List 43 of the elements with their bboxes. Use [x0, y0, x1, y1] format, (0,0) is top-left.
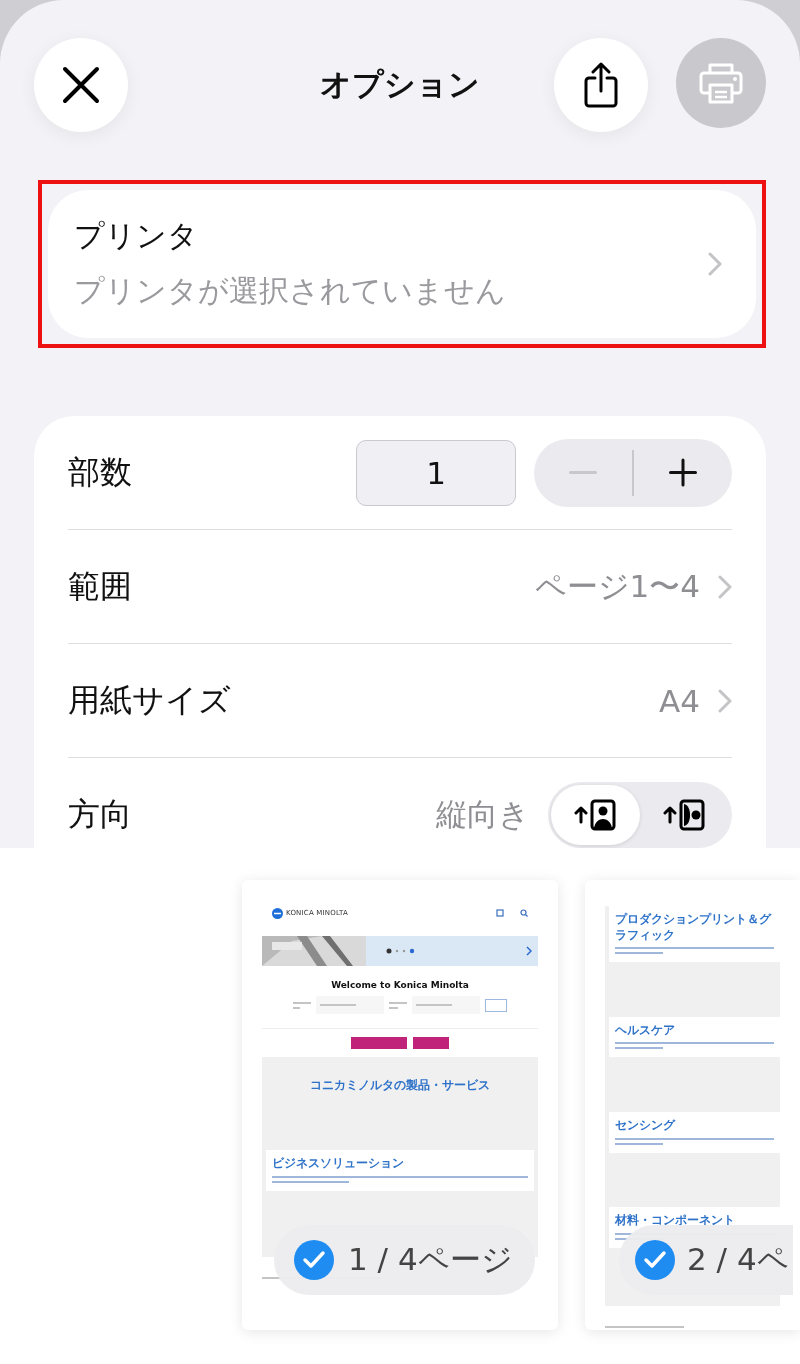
page-label: 2 / 4ペ — [687, 1240, 789, 1279]
section-heading: コニカミノルタの製品・サービス — [309, 1077, 491, 1094]
landscape-icon — [662, 797, 707, 832]
setting-row[interactable]: 範囲 ページ1〜4 — [68, 530, 732, 644]
sheet-title: オプション — [320, 65, 480, 104]
page-thumbnail[interactable]: プロダクションプリント＆グラフィック ヘルスケア センシング 材料・コンポーネント 2 / 4ペ — [585, 880, 800, 1330]
setting-label: 部数 — [68, 451, 132, 493]
action-button[interactable] — [413, 1037, 449, 1049]
action-button[interactable] — [351, 1037, 407, 1049]
welcome-heading: Welcome to Konica Minolta — [330, 980, 470, 990]
setting-value: 縦向き — [436, 794, 530, 834]
card-heading: ビジネスソリューション — [272, 1156, 405, 1172]
portrait-icon — [573, 797, 618, 832]
chevron-icon — [708, 252, 722, 276]
copies-field[interactable]: 1 — [356, 439, 516, 506]
card-heading: 材料・コンポーネント — [615, 1213, 736, 1229]
setting-value: A4 — [659, 682, 700, 719]
dropdown-field[interactable] — [316, 996, 384, 1014]
close-icon — [61, 65, 101, 105]
printer-row[interactable]: プリンタ プリンタが選択されていません — [48, 190, 756, 338]
portrait-option[interactable] — [551, 784, 640, 845]
card-heading: ヘルスケア — [615, 1022, 676, 1039]
share-icon — [584, 62, 618, 108]
logo-icon — [272, 907, 283, 919]
dropdown-field[interactable] — [412, 996, 480, 1014]
search-icon — [520, 909, 528, 917]
blurred-text-drawing — [389, 1001, 407, 1009]
card-heading: プロダクションプリント＆グラフィック — [615, 912, 773, 944]
page-label: 1 / 4ページ — [348, 1240, 513, 1279]
printer-status: プリンタが選択されていません — [74, 272, 506, 310]
chevron-icon — [718, 688, 732, 713]
chevron-icon — [718, 574, 732, 599]
go-button[interactable] — [485, 998, 507, 1012]
printer-icon — [698, 61, 744, 105]
setting-row[interactable]: 用紙サイズ A4 — [68, 644, 732, 758]
printer-label: プリンタ — [74, 217, 199, 255]
setting-label: 方向 — [68, 793, 132, 835]
card-heading: センシング — [615, 1118, 677, 1134]
blurred-text-drawing — [293, 1001, 311, 1009]
setting-label: 範囲 — [68, 565, 132, 607]
setting-label: 用紙サイズ — [68, 679, 231, 721]
setting-value: ページ1〜4 — [534, 566, 700, 606]
carousel-dots-drawing — [386, 948, 416, 954]
